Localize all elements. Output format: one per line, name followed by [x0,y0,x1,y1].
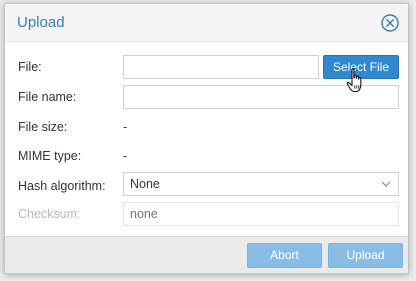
chevron-down-icon [381,181,391,187]
file-name-input[interactable] [123,85,399,109]
file-name-label: File name: [18,90,77,104]
file-label: File: [18,60,42,74]
hash-algorithm-select[interactable]: None [123,172,399,196]
file-size-label: File size: [18,120,68,134]
mime-type-label: MIME type: [18,149,82,163]
dialog-body: File: Select File File name: File size: … [5,42,408,238]
abort-button[interactable]: Abort [247,243,322,268]
file-size-value: - [123,120,128,134]
dialog-footer: Abort Upload [5,236,408,273]
mime-type-value: - [123,149,128,163]
dialog-titlebar: Upload [5,4,408,42]
upload-button[interactable]: Upload [328,243,403,268]
checksum-label: Checksum: [18,207,81,221]
hash-algorithm-label: Hash algorithm: [18,179,106,193]
dialog-title: Upload [17,14,65,31]
select-file-button[interactable]: Select File [323,55,399,79]
hash-algorithm-value: None [130,177,160,191]
upload-dialog: Upload File: Select File File name: File… [4,3,409,274]
file-path-input[interactable] [123,55,319,79]
checksum-input [123,202,399,226]
close-icon[interactable] [380,13,400,33]
